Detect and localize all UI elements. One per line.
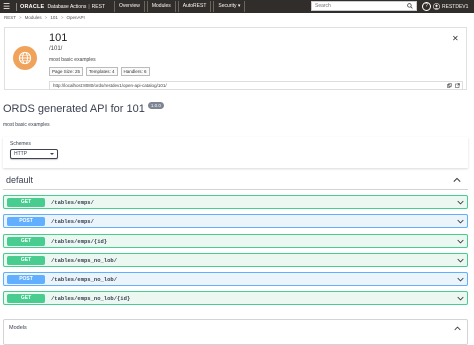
chevron-down-icon[interactable]: [457, 258, 464, 263]
breadcrumb-modules[interactable]: Modules: [25, 15, 42, 20]
operation-get-emps-no-lob[interactable]: GET /tables/emps_no_lob/: [3, 253, 468, 267]
divider: [16, 2, 17, 11]
method-badge: GET: [7, 255, 45, 265]
menu-icon[interactable]: ☰: [3, 0, 13, 13]
globe-icon: [13, 46, 37, 70]
operation-path: /tables/emps_no_lob/: [51, 256, 118, 264]
schemes-select[interactable]: HTTP: [10, 149, 58, 159]
chevron-down-icon[interactable]: [457, 239, 464, 244]
nav-autorest[interactable]: AutoREST: [177, 1, 212, 12]
method-badge: GET: [7, 197, 45, 207]
chevron-down-icon[interactable]: [457, 296, 464, 301]
help-icon[interactable]: ?: [422, 2, 431, 11]
open-external-icon[interactable]: [455, 83, 460, 88]
brand-separator: |: [88, 3, 90, 10]
module-description: most basic examples: [49, 57, 96, 63]
method-badge: GET: [7, 293, 45, 303]
close-icon[interactable]: ✕: [452, 34, 459, 43]
url-actions: [447, 83, 460, 88]
operation-path: /tables/emps_no_lob/: [51, 275, 118, 283]
search-input[interactable]: [312, 2, 405, 10]
operation-post-emps[interactable]: POST /tables/emps/: [3, 214, 468, 228]
user-icon: [433, 3, 440, 10]
method-badge: POST: [7, 274, 45, 284]
templates-badge: Templates: 4: [86, 67, 118, 76]
breadcrumb-openapi: OpenAPI: [66, 15, 85, 20]
operation-path: /tables/emps/: [51, 217, 94, 225]
handlers-badge: Handlers: 6: [120, 67, 150, 76]
operation-path: /tables/emps/: [51, 198, 94, 206]
method-badge: POST: [7, 216, 45, 226]
breadcrumb-101[interactable]: 101: [50, 15, 58, 20]
breadcrumb-rest[interactable]: REST: [4, 15, 16, 20]
oracle-logo: ORACLE: [20, 3, 45, 10]
breadcrumb-separator: >: [44, 15, 48, 20]
api-title-text: ORDS generated API for 101: [3, 103, 145, 115]
module-card: 101 /101/ most basic examples Page Size:…: [4, 27, 467, 90]
chevron-down-icon[interactable]: [457, 219, 464, 224]
brand-section: REST: [91, 3, 106, 10]
main-nav: Overview Modules AutoREST Security: [114, 1, 247, 12]
brand: ORACLE Database Actions | REST: [20, 4, 105, 10]
page-size-badge: Page Size: 25: [49, 67, 84, 76]
method-badge: GET: [7, 236, 45, 246]
operation-get-emps-id[interactable]: GET /tables/emps/{id}: [3, 234, 468, 248]
operation-path: /tables/emps_no_lob/{id}: [51, 294, 131, 302]
brand-app: Database Actions: [47, 3, 87, 10]
chevron-up-icon[interactable]: [454, 326, 461, 331]
nav-overview[interactable]: Overview: [114, 1, 145, 12]
breadcrumb-separator: >: [60, 15, 64, 20]
openapi-url-text: http://localhost:8080/ords/restdev1/open…: [53, 83, 167, 88]
module-title: 101: [49, 32, 68, 44]
module-stats: Page Size: 25 Templates: 4 Handlers: 6: [49, 67, 150, 76]
search-box: [311, 1, 417, 11]
models-label: Models: [9, 325, 27, 331]
chevron-down-icon[interactable]: [457, 277, 464, 282]
tag-default[interactable]: default: [3, 172, 468, 190]
api-description: most basic examples: [3, 122, 50, 128]
nav-security[interactable]: Security: [213, 1, 246, 12]
chevron-up-icon[interactable]: [453, 177, 461, 183]
top-bar: ☰ ORACLE Database Actions | REST Overvie…: [0, 0, 474, 13]
openapi-url: http://localhost:8080/ords/restdev1/open…: [49, 81, 463, 90]
user-name: RESTDEV1: [442, 3, 469, 10]
nav-modules[interactable]: Modules: [146, 1, 176, 12]
operation-get-emps[interactable]: GET /tables/emps/: [3, 195, 468, 209]
breadcrumb-separator: >: [19, 15, 22, 20]
schemes-section: Schemes HTTP: [3, 137, 468, 168]
operation-post-emps-no-lob[interactable]: POST /tables/emps_no_lob/: [3, 272, 468, 286]
tag-label: default: [6, 175, 34, 185]
user-menu[interactable]: RESTDEV1: [433, 0, 468, 13]
schemes-label: Schemes: [10, 141, 31, 147]
api-title: ORDS generated API for 101 1.0.0: [3, 101, 164, 115]
operation-path: /tables/emps/{id}: [51, 237, 108, 245]
search-icon[interactable]: [407, 3, 413, 9]
copy-icon[interactable]: [447, 83, 452, 88]
module-path: /101/: [49, 46, 63, 52]
operation-get-emps-no-lob-id[interactable]: GET /tables/emps_no_lob/{id}: [3, 291, 468, 305]
breadcrumb: REST > Modules > 101 > OpenAPI: [4, 15, 85, 20]
version-badge: 1.0.0: [147, 101, 164, 109]
chevron-down-icon[interactable]: [457, 200, 464, 205]
models-section[interactable]: Models: [3, 319, 468, 345]
